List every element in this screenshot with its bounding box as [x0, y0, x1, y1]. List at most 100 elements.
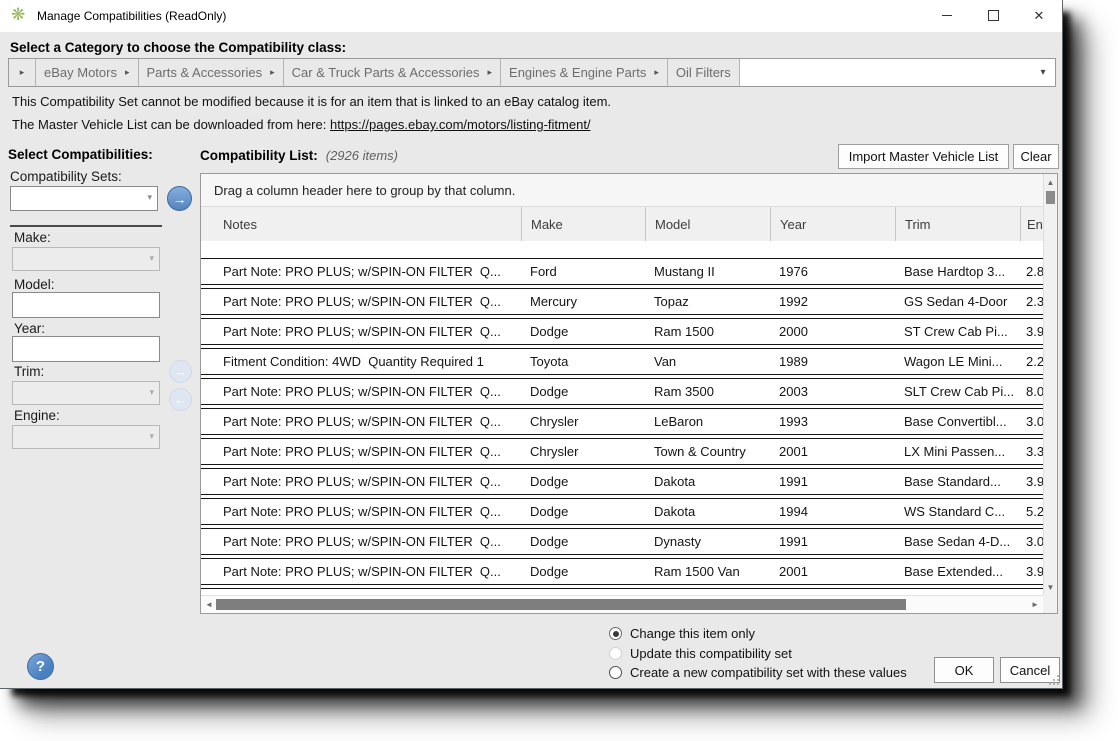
radio-option-3[interactable]: Create a new compatibility set with thes… — [609, 663, 907, 683]
radio-label: Create a new compatibility set with thes… — [630, 665, 907, 681]
table-body: Part Note: PRO PLUS; w/SPIN-ON FILTER Q.… — [201, 240, 1043, 591]
table-row[interactable]: Fitment Condition: 4WD Quantity Required… — [201, 348, 1043, 375]
breadcrumb-item-label: Car & Truck Parts & Accessories — [291, 65, 480, 80]
scroll-left-button[interactable]: ◄ — [203, 598, 215, 611]
cell-trim: LX Mini Passen... — [904, 444, 1006, 459]
radio-button-icon[interactable] — [609, 627, 622, 641]
compatibility-list-title: Compatibility List: — [200, 148, 318, 163]
help-button[interactable]: ? — [27, 653, 54, 680]
table-row-partial — [201, 588, 1043, 591]
resize-grip[interactable] — [1049, 675, 1059, 685]
table-row[interactable]: Part Note: PRO PLUS; w/SPIN-ON FILTER Q.… — [201, 258, 1043, 285]
table-row[interactable]: Part Note: PRO PLUS; w/SPIN-ON FILTER Q.… — [201, 288, 1043, 315]
cell-model: Dakota — [654, 504, 696, 519]
breadcrumb-input[interactable] — [739, 59, 1031, 86]
table-row[interactable]: Part Note: PRO PLUS; w/SPIN-ON FILTER Q.… — [201, 558, 1043, 585]
make-label: Make: — [14, 230, 51, 245]
cell-trim: Base Standard... — [904, 474, 1001, 489]
breadcrumb-dropdown-button[interactable]: ▾ — [1031, 59, 1055, 86]
breadcrumb-item[interactable]: Car & Truck Parts & Accessories ▸ — [283, 59, 502, 86]
breadcrumb-bar[interactable]: ▸ eBay Motors ▸ Parts & Accessories ▸ Car & … — [8, 58, 1056, 87]
scroll-up-button[interactable]: ▲ — [1044, 175, 1057, 189]
scroll-right-button[interactable]: ► — [1029, 598, 1041, 611]
breadcrumb-item[interactable]: Engines & Engine Parts ▸ — [501, 59, 668, 86]
breadcrumb-arrow-icon[interactable]: ▸ — [270, 67, 275, 78]
minimize-icon — [942, 15, 952, 16]
breadcrumb-item-label: Oil Filters — [675, 65, 731, 80]
cell-notes: Part Note: PRO PLUS; w/SPIN-ON FILTER Q.… — [223, 474, 501, 489]
cell-year: 1989 — [779, 354, 808, 369]
cell-engine: 3.0 — [1026, 534, 1043, 549]
table-row[interactable]: Part Note: PRO PLUS; w/SPIN-ON FILTER Q.… — [201, 318, 1043, 345]
engine-label: Engine: — [14, 408, 60, 423]
year-input[interactable] — [12, 336, 160, 362]
make-combobox[interactable]: ▾ — [12, 247, 160, 271]
radio-button-icon[interactable] — [609, 666, 622, 680]
breadcrumb-root-arrow-icon[interactable]: ▸ — [9, 59, 36, 86]
column-header-make[interactable]: Make — [521, 207, 645, 241]
v-scroll-thumb[interactable] — [1046, 191, 1055, 204]
column-header-year[interactable]: Year — [770, 207, 895, 241]
table-row[interactable]: Part Note: PRO PLUS; w/SPIN-ON FILTER Q.… — [201, 408, 1043, 435]
question-icon: ? — [35, 658, 46, 675]
clear-button[interactable]: Clear — [1013, 144, 1059, 169]
cell-year: 1992 — [779, 294, 808, 309]
cell-model: LeBaron — [654, 414, 704, 429]
cell-trim: SLT Crew Cab Pi... — [904, 384, 1015, 399]
v-scrollbar[interactable]: ▲ ▼ — [1043, 174, 1057, 595]
cell-year: 1991 — [779, 474, 808, 489]
radio-button-icon[interactable] — [609, 646, 622, 660]
h-scrollbar[interactable]: ◄ ► — [201, 595, 1045, 613]
cell-notes: Part Note: PRO PLUS; w/SPIN-ON FILTER Q.… — [223, 414, 501, 429]
ok-button[interactable]: OK — [934, 657, 994, 683]
cell-year: 1976 — [779, 264, 808, 279]
cell-engine: 3.9 — [1026, 324, 1043, 339]
model-input[interactable] — [12, 292, 160, 318]
breadcrumb-arrow-icon[interactable]: ▸ — [488, 67, 493, 78]
column-header-trim[interactable]: Trim — [895, 207, 1020, 241]
transfer-right-button[interactable]: → — [167, 186, 192, 211]
column-header-notes[interactable]: Notes — [201, 207, 521, 241]
cell-notes: Part Note: PRO PLUS; w/SPIN-ON FILTER Q.… — [223, 564, 501, 579]
close-button[interactable]: ✕ — [1016, 0, 1062, 31]
cell-model: Dynasty — [654, 534, 701, 549]
cell-engine: 3.3 — [1026, 444, 1043, 459]
trim-combobox[interactable]: ▾ — [12, 381, 160, 405]
breadcrumb-item[interactable]: Oil Filters — [667, 59, 740, 86]
breadcrumb-arrow-icon[interactable]: ▸ — [654, 67, 659, 78]
table-row[interactable]: Part Note: PRO PLUS; w/SPIN-ON FILTER Q.… — [201, 438, 1043, 465]
breadcrumb-item[interactable]: Parts & Accessories ▸ — [138, 59, 284, 86]
h-scroll-thumb[interactable] — [216, 599, 906, 610]
panel-divider — [10, 225, 162, 227]
scroll-down-button[interactable]: ▼ — [1044, 580, 1057, 594]
group-by-bar[interactable]: Drag a column header here to group by th… — [201, 174, 1043, 206]
table-row[interactable]: Part Note: PRO PLUS; w/SPIN-ON FILTER Q.… — [201, 378, 1043, 405]
import-master-vehicle-list-button[interactable]: Import Master Vehicle List — [838, 144, 1009, 169]
transfer-left-button-disabled[interactable]: ← — [169, 388, 192, 411]
group-by-hint: Drag a column header here to group by th… — [214, 182, 516, 198]
table-row[interactable]: Part Note: PRO PLUS; w/SPIN-ON FILTER Q.… — [201, 468, 1043, 495]
cell-model: Topaz — [654, 294, 689, 309]
compatibility-sets-combobox[interactable]: ▾ — [10, 186, 158, 211]
master-list-link[interactable]: https://pages.ebay.com/motors/listing-fi… — [330, 117, 591, 132]
cell-notes: Part Note: PRO PLUS; w/SPIN-ON FILTER Q.… — [223, 504, 501, 519]
column-header-engine[interactable]: Engine — [1020, 207, 1043, 241]
radio-option-2[interactable]: Update this compatibility set — [609, 644, 907, 664]
breadcrumb-item[interactable]: eBay Motors ▸ — [36, 59, 139, 86]
cell-notes: Part Note: PRO PLUS; w/SPIN-ON FILTER Q.… — [223, 384, 501, 399]
table-row[interactable]: Part Note: PRO PLUS; w/SPIN-ON FILTER Q.… — [201, 498, 1043, 525]
cell-model: Town & Country — [654, 444, 746, 459]
breadcrumb-arrow-icon[interactable]: ▸ — [125, 67, 130, 78]
cell-make: Dodge — [530, 474, 569, 489]
transfer-right-button-disabled[interactable]: → — [169, 360, 192, 383]
column-header-model[interactable]: Model — [645, 207, 770, 241]
radio-option-1[interactable]: Change this item only — [609, 624, 907, 644]
table-row[interactable]: Part Note: PRO PLUS; w/SPIN-ON FILTER Q.… — [201, 528, 1043, 555]
cell-engine: 8.0 — [1026, 384, 1043, 399]
maximize-button[interactable] — [970, 0, 1016, 31]
cell-trim: ST Crew Cab Pi... — [904, 324, 1008, 339]
trim-label: Trim: — [14, 364, 45, 379]
cell-make: Chrysler — [530, 414, 579, 429]
minimize-button[interactable] — [924, 0, 970, 31]
engine-combobox[interactable]: ▾ — [12, 425, 160, 449]
